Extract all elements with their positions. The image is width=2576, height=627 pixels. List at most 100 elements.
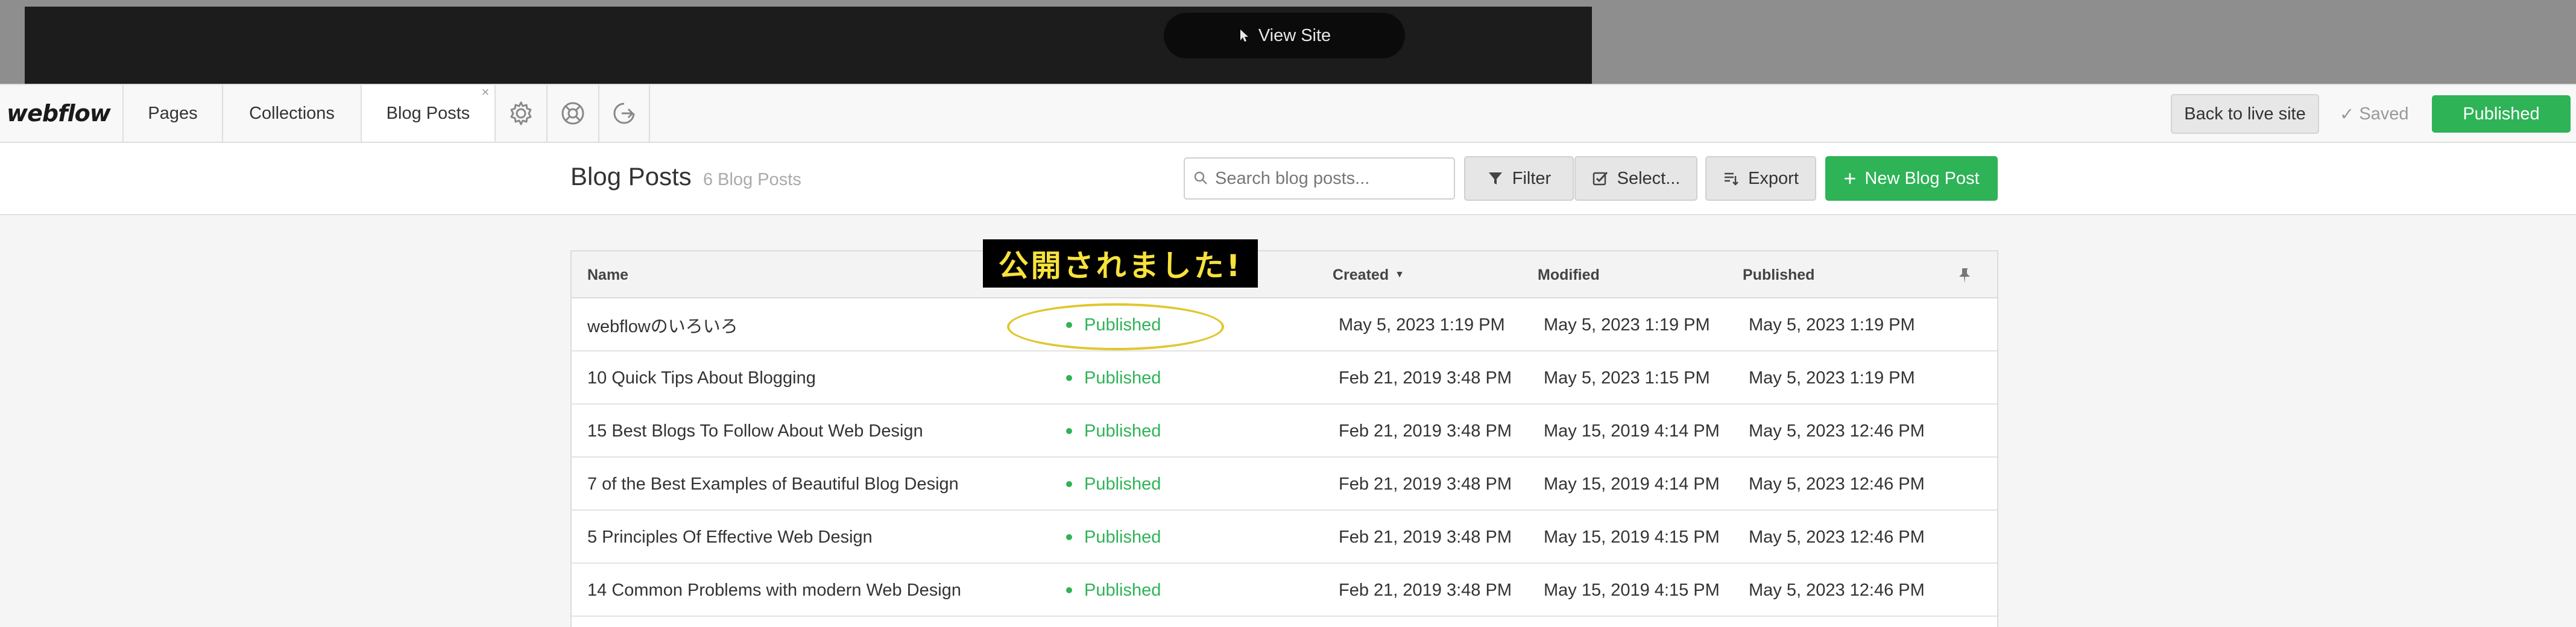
back-to-live-site-label: Back to live site [2184,104,2306,124]
editor-bar: webflow Pages Collections Blog Posts × B… [0,84,2576,143]
published-button[interactable]: Published [2432,95,2571,133]
table-row[interactable]: 7 of the Best Examples of Beautiful Blog… [572,458,1997,511]
modified-date: May 15, 2019 4:14 PM [1544,421,1720,441]
annotation-highlight-ellipse [1007,303,1224,350]
published-date: May 5, 2023 1:19 PM [1749,368,1915,388]
post-name[interactable]: webflowのいろいろ [587,298,738,351]
published-date: May 5, 2023 12:46 PM [1749,580,1925,600]
page-title: Blog Posts [570,162,692,191]
settings-button[interactable] [494,85,546,142]
search-input[interactable] [1215,168,1444,189]
checkbox-icon [1593,171,1608,186]
view-site-label: View Site [1258,25,1331,45]
status-badge: Published [1066,564,1161,617]
status-badge: Published [1066,405,1161,458]
help-button[interactable] [546,85,598,142]
status-dot-icon [1066,428,1072,434]
tab-blog-posts-label: Blog Posts [386,103,470,123]
modified-date: May 5, 2023 1:15 PM [1544,368,1710,388]
published-date: May 5, 2023 12:46 PM [1749,421,1925,441]
tab-blog-posts[interactable]: Blog Posts × [361,85,494,142]
status-dot-icon [1066,587,1072,593]
back-to-live-site-button[interactable]: Back to live site [2171,94,2319,134]
site-preview-area: View Site [0,0,2576,84]
created-date: Feb 21, 2019 3:48 PM [1339,527,1512,547]
status-badge: Published [1066,511,1161,564]
modified-date: May 15, 2019 4:15 PM [1544,580,1720,600]
webflow-logo[interactable]: webflow [7,85,111,142]
status-dot-icon [1066,375,1072,381]
tab-collections-label: Collections [249,103,335,123]
table-row[interactable]: 5 Principles Of Effective Web Design Pub… [572,511,1997,564]
published-date: May 5, 2023 1:19 PM [1749,315,1915,335]
share-icon [613,102,635,124]
created-date: May 5, 2023 1:19 PM [1339,315,1505,335]
search-icon [1194,171,1207,184]
created-date: Feb 21, 2019 3:48 PM [1339,421,1512,441]
filter-button[interactable]: Filter [1464,156,1574,201]
status-label: Published [1084,368,1161,388]
saved-label: Saved [2359,104,2409,124]
check-icon: ✓ [2340,104,2355,124]
table-row[interactable]: 14 Common Problems with modern Web Desig… [572,564,1997,617]
search-box[interactable] [1184,157,1455,200]
plus-icon: + [1843,166,1857,191]
status-dot-icon [1066,534,1072,540]
tab-collections[interactable]: Collections [222,85,361,142]
post-name[interactable]: 14 Common Problems with modern Web Desig… [587,564,961,617]
tab-pages[interactable]: Pages [122,85,222,142]
created-date: Feb 21, 2019 3:48 PM [1339,368,1512,388]
column-name[interactable]: Name [587,251,628,298]
created-date: Feb 21, 2019 3:48 PM [1339,580,1512,600]
item-count: 6 Blog Posts [703,170,801,189]
status-label: Published [1084,527,1161,547]
annotation-label: 公開されました! [983,239,1258,288]
modified-date: May 15, 2019 4:15 PM [1544,527,1720,547]
status-badge: Published [1066,458,1161,511]
status-label: Published [1084,421,1161,441]
post-name[interactable]: 10 Quick Tips About Blogging [587,351,816,405]
table-header: Name Created ▼ Modified Published [572,251,1997,298]
published-date: May 5, 2023 12:46 PM [1749,527,1925,547]
new-blog-post-label: New Blog Post [1864,168,1980,188]
table-row[interactable]: webflowのいろいろ Published May 5, 2023 1:19 … [572,298,1997,351]
status-label: Published [1084,474,1161,494]
status-badge: Published [1066,351,1161,405]
gear-icon [510,101,532,125]
export-label: Export [1748,168,1799,188]
published-date: May 5, 2023 12:46 PM [1749,474,1925,494]
table-row[interactable]: 15 Best Blogs To Follow About Web Design… [572,405,1997,458]
export-icon [1725,172,1738,186]
filter-icon [1488,172,1502,184]
export-button[interactable]: Export [1705,156,1816,201]
table-row[interactable]: 10 Quick Tips About Blogging Published F… [572,351,1997,405]
column-modified[interactable]: Modified [1538,251,1600,298]
pointer-icon [1240,30,1248,42]
created-date: Feb 21, 2019 3:48 PM [1339,474,1512,494]
status-dot-icon [1066,481,1072,487]
column-created-label: Created [1333,266,1389,283]
column-created[interactable]: Created ▼ [1333,251,1404,298]
select-label: Select... [1617,168,1681,188]
page-header: Blog Posts 6 Blog Posts Filter Select...… [0,143,2576,215]
published-label: Published [2463,104,2540,124]
post-name[interactable]: 15 Best Blogs To Follow About Web Design [587,405,923,458]
help-icon [561,102,584,125]
pin-icon[interactable] [1955,266,1974,285]
share-button[interactable] [598,85,650,142]
saved-status: ✓ Saved [2340,94,2409,134]
sort-caret-icon: ▼ [1395,269,1404,280]
modified-date: May 15, 2019 4:14 PM [1544,474,1720,494]
tab-pages-label: Pages [148,103,198,123]
new-blog-post-button[interactable]: + New Blog Post [1825,156,1998,201]
post-name[interactable]: 7 of the Best Examples of Beautiful Blog… [587,458,959,511]
column-published[interactable]: Published [1743,251,1814,298]
status-label: Published [1084,580,1161,600]
select-button[interactable]: Select... [1574,156,1697,201]
blog-posts-table: Name Created ▼ Modified Published webflo… [570,250,1998,627]
modified-date: May 5, 2023 1:19 PM [1544,315,1710,335]
filter-label: Filter [1512,168,1552,188]
post-name[interactable]: 5 Principles Of Effective Web Design [587,511,873,564]
close-tab-icon[interactable]: × [479,86,492,99]
view-site-button[interactable]: View Site [1164,13,1405,58]
